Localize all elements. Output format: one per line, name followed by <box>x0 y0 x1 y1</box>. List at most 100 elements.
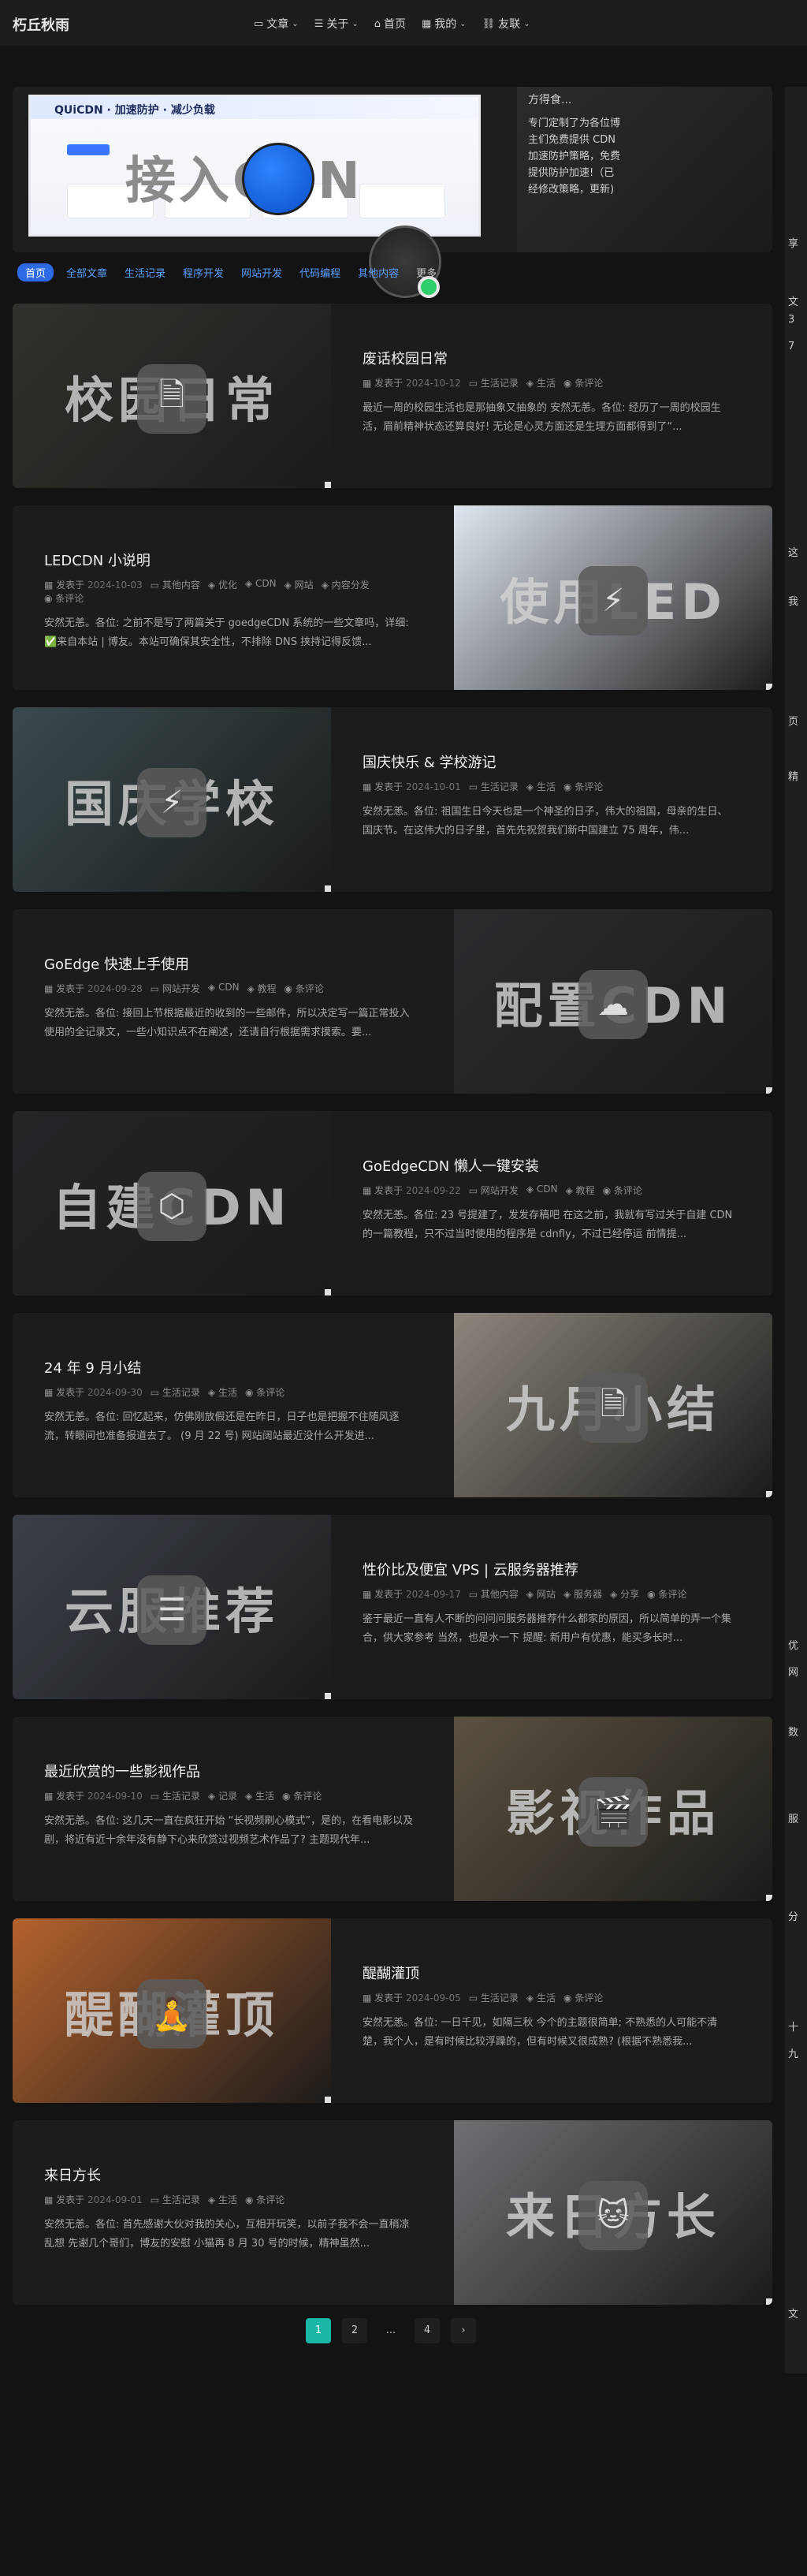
post-comments[interactable]: ◉ 条评论 <box>44 591 84 605</box>
post-thumbnail[interactable]: 云服推荐☰ <box>13 1515 331 1699</box>
post-comments[interactable]: ◉ 条评论 <box>282 1789 322 1802</box>
post-tag[interactable]: ◈ 服务器 <box>563 1587 602 1601</box>
post-tag[interactable]: ◈ CDN <box>245 578 277 591</box>
post-thumbnail[interactable]: 校园日常🗎 <box>13 304 331 488</box>
post-category[interactable]: ▭ 其他内容 <box>151 578 200 591</box>
post-thumbnail[interactable]: 来日方长🐱 <box>454 2120 772 2305</box>
post-card[interactable]: 国庆学校⚡ 国庆快乐 & 学校游记 ▦ 发表于 2024-10-01 ▭ 生活记录 ◈ … <box>13 707 772 892</box>
post-title[interactable]: 国庆快乐 & 学校游记 <box>363 751 733 772</box>
post-tag[interactable]: ◈ 生活 <box>526 1991 556 2004</box>
post-title[interactable]: 性价比及便宜 VPS | 云服务器推荐 <box>363 1559 733 1579</box>
post-category[interactable]: ▭ 生活记录 <box>469 780 519 793</box>
post-meta: ▦ 发表于 2024-09-22 ▭ 网站开发 ◈ CDN ◈ 教程 ◉ 条评论 <box>363 1184 733 1197</box>
post-meta: ▦ 发表于 2024-10-01 ▭ 生活记录 ◈ 生活 ◉ 条评论 <box>363 780 733 793</box>
post-tag[interactable]: ◈ 生活 <box>526 780 556 793</box>
next-page-button[interactable]: › <box>451 2318 476 2343</box>
post-title[interactable]: 24 年 9 月小结 <box>44 1357 415 1377</box>
post-card[interactable]: 自建CDN⬡ GoEdgeCDN 懒人一键安装 ▦ 发表于 2024-09-22 ▭ … <box>13 1111 772 1295</box>
post-card[interactable]: 使用LED⚡ LEDCDN 小说明 ▦ 发表于 2024-10-03 ▭ 其他内容 ◈ … <box>13 505 772 690</box>
post-tag[interactable]: ◈ 网站 <box>284 578 314 591</box>
post-thumbnail[interactable]: 自建CDN⬡ <box>13 1111 331 1295</box>
post-tag[interactable]: ◈ 生活 <box>208 1385 237 1399</box>
post-thumbnail[interactable]: 醍醐灌顶🧘 <box>13 1918 331 2103</box>
post-comments[interactable]: ◉ 条评论 <box>245 2193 284 2206</box>
post-card[interactable]: 影视作品🎬最近欣赏的一些影视作品▦ 发表于 2024-09-10▭ 生活记录◈ … <box>13 1717 772 1901</box>
tag-icon: ◈ <box>526 781 537 792</box>
post-title[interactable]: LEDCDN 小说明 <box>44 550 415 570</box>
post-tag-label: 记录 <box>218 1791 237 1802</box>
post-title[interactable]: GoEdge 快速上手使用 <box>44 953 415 974</box>
nav-menu: ▭ 文章 ⌄ ☰ 关于 ⌄ ⌂ 首页 ▦ 我的 ⌄ ⛓ 友联 ⌄ <box>254 16 546 32</box>
post-comments[interactable]: ◉ 条评论 <box>647 1587 686 1601</box>
post-card[interactable]: 云服推荐☰ 性价比及便宜 VPS | 云服务器推荐 ▦ 发表于 2024-09-17… <box>13 1515 772 1699</box>
tab-2[interactable]: 生活记录 <box>125 265 165 280</box>
post-tag[interactable]: ◈ 内容分发 <box>322 578 370 591</box>
post-comments[interactable]: ◉ 条评论 <box>563 376 603 390</box>
post-tag[interactable]: ◈ 记录 <box>208 1789 237 1802</box>
nav-item-3[interactable]: ▦ 我的 ⌄ <box>422 16 467 32</box>
post-comments[interactable]: ◉ 条评论 <box>603 1184 642 1197</box>
post-comments[interactable]: ◉ 条评论 <box>245 1385 284 1399</box>
post-tag[interactable]: ◈ CDN <box>526 1184 558 1197</box>
thumbnail-corner <box>766 2298 772 2305</box>
post-category[interactable]: ▭ 网站开发 <box>469 1184 519 1197</box>
post-comments[interactable]: ◉ 条评论 <box>563 1991 603 2004</box>
post-category[interactable]: ▭ 生活记录 <box>151 1789 200 1802</box>
tab-7[interactable]: 更多 <box>416 265 437 280</box>
post-comments[interactable]: ◉ 条评论 <box>563 780 603 793</box>
tab-6[interactable]: 其他内容 <box>358 265 399 280</box>
post-thumbnail[interactable]: 配置CDN☁ <box>454 909 772 1094</box>
post-title[interactable]: 醍醐灌顶 <box>363 1963 733 1983</box>
post-tag[interactable]: ◈ 优化 <box>208 578 237 591</box>
thumbnail-badge-icon: 🗎 <box>578 1374 648 1443</box>
post-category[interactable]: ▭ 生活记录 <box>151 1385 200 1399</box>
post-tag[interactable]: ◈ 生活 <box>245 1789 274 1802</box>
nav-item-2[interactable]: ⌂ 首页 <box>374 16 406 32</box>
post-category[interactable]: ▭ 生活记录 <box>151 2193 200 2206</box>
nav-item-1[interactable]: ☰ 关于 ⌄ <box>314 16 359 32</box>
page-button[interactable]: 1 <box>306 2318 331 2343</box>
post-category[interactable]: ▭ 其他内容 <box>469 1587 519 1601</box>
post-date-value: 2024-09-30 <box>87 1387 143 1398</box>
post-title[interactable]: 废话校园日常 <box>363 348 733 368</box>
post-meta: ▦ 发表于 2024-09-28 ▭ 网站开发 ◈ CDN ◈ 教程 ◉ 条评论 <box>44 982 415 995</box>
post-tag[interactable]: ◈ 生活 <box>526 376 556 390</box>
tab-3[interactable]: 程序开发 <box>183 265 224 280</box>
post-tag[interactable]: ◈ CDN <box>208 982 240 995</box>
post-thumbnail[interactable]: 九月小结🗎 <box>454 1313 772 1497</box>
tab-0[interactable]: 首页 <box>17 263 54 281</box>
post-comments[interactable]: ◉ 条评论 <box>284 982 324 995</box>
site-logo[interactable]: 朽丘秋雨 <box>13 14 69 35</box>
post-card[interactable]: 来日方长🐱 来日方长 ▦ 发表于 2024-09-01 ▭ 生活记录 ◈ 生活 ◉ 条评论… <box>13 2120 772 2305</box>
featured-thumbnail[interactable]: QUiCDN · 加速防护 · 减少负载 接入CDN <box>28 95 481 237</box>
folder-icon: ▭ <box>468 1589 481 1600</box>
post-category-label: 生活记录 <box>162 1791 200 1802</box>
post-title[interactable]: 来日方长 <box>44 2164 415 2185</box>
post-card[interactable]: 配置CDN☁ GoEdge 快速上手使用 ▦ 发表于 2024-09-28 ▭ 网站开… <box>13 909 772 1094</box>
post-thumbnail[interactable]: 使用LED⚡ <box>454 505 772 690</box>
tab-5[interactable]: 代码编程 <box>299 265 340 280</box>
thumbnail-badge-icon: ⚡ <box>137 768 206 837</box>
post-tag[interactable]: ◈ 教程 <box>566 1184 595 1197</box>
post-tag[interactable]: ◈ 生活 <box>208 2193 237 2206</box>
page-button[interactable]: 4 <box>415 2318 440 2343</box>
post-title[interactable]: GoEdgeCDN 懒人一键安装 <box>363 1155 733 1176</box>
post-title[interactable]: 最近欣赏的一些影视作品 <box>44 1761 415 1781</box>
post-card[interactable]: 醍醐灌顶🧘 醍醐灌顶 ▦ 发表于 2024-09-05 ▭ 生活记录 ◈ 生活 ◉ 条评论… <box>13 1918 772 2103</box>
post-category[interactable]: ▭ 生活记录 <box>469 376 519 390</box>
post-category[interactable]: ▭ 生活记录 <box>469 1991 519 2004</box>
nav-item-0[interactable]: ▭ 文章 ⌄ <box>254 16 299 32</box>
featured-side-heading: 方得食... <box>528 94 572 106</box>
nav-item-4[interactable]: ⛓ 友联 ⌄ <box>482 16 530 32</box>
post-card[interactable]: 九月小结🗎 24 年 9 月小结 ▦ 发表于 2024-09-30 ▭ 生活记录 ◈ 生… <box>13 1313 772 1497</box>
post-thumbnail[interactable]: 国庆学校⚡ <box>13 707 331 892</box>
tab-4[interactable]: 网站开发 <box>241 265 282 280</box>
post-thumbnail[interactable]: 影视作品🎬 <box>454 1717 772 1901</box>
post-category[interactable]: ▭ 网站开发 <box>151 982 200 995</box>
page-button[interactable]: 2 <box>342 2318 367 2343</box>
post-tag[interactable]: ◈ 网站 <box>526 1587 556 1601</box>
post-card[interactable]: 校园日常🗎 废话校园日常 ▦ 发表于 2024-10-12 ▭ 生活记录 ◈ 生活 ◉ 条… <box>13 304 772 488</box>
post-tag[interactable]: ◈ 分享 <box>610 1587 639 1601</box>
tab-1[interactable]: 全部文章 <box>66 265 107 280</box>
post-tag[interactable]: ◈ 教程 <box>247 982 277 995</box>
